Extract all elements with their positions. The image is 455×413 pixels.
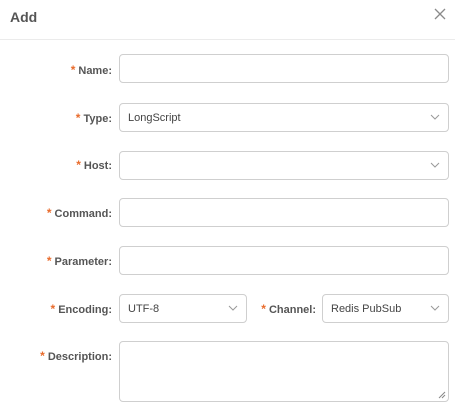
description-textarea[interactable]: [119, 341, 449, 402]
required-mark: *: [46, 254, 52, 268]
required-mark: *: [70, 63, 76, 77]
required-mark: *: [75, 111, 81, 125]
parameter-field[interactable]: [119, 246, 449, 275]
required-mark: *: [76, 158, 81, 172]
parameter-label: * Parameter:: [46, 254, 112, 268]
type-label: * Type:: [75, 111, 112, 125]
add-dialog: Add * Name: * Type: LongScript * Host: * Com…: [0, 0, 455, 413]
required-mark: *: [46, 206, 52, 220]
required-mark: *: [50, 302, 56, 316]
close-icon[interactable]: [432, 6, 448, 22]
command-label: * Command:: [46, 206, 112, 220]
encoding-select[interactable]: UTF-8: [119, 294, 247, 323]
dialog-title: Add: [10, 9, 38, 25]
command-field[interactable]: [119, 198, 449, 227]
name-label: * Name:: [70, 63, 112, 77]
chevron-down-icon: [430, 305, 440, 311]
host-label: * Host:: [76, 158, 112, 172]
description-label: * Description:: [40, 349, 112, 363]
host-select[interactable]: [119, 151, 449, 180]
resize-grip-icon[interactable]: [438, 391, 446, 399]
dialog-header: Add: [0, 0, 455, 40]
required-mark: *: [261, 302, 266, 316]
channel-select[interactable]: Redis PubSub: [322, 294, 449, 323]
chevron-down-icon: [430, 114, 440, 120]
channel-label: * Channel:: [261, 302, 316, 316]
encoding-label: * Encoding:: [50, 302, 112, 316]
chevron-down-icon: [430, 162, 440, 168]
required-mark: *: [40, 349, 45, 363]
type-select[interactable]: LongScript: [119, 103, 449, 132]
chevron-down-icon: [228, 305, 238, 311]
name-field[interactable]: [119, 54, 449, 83]
